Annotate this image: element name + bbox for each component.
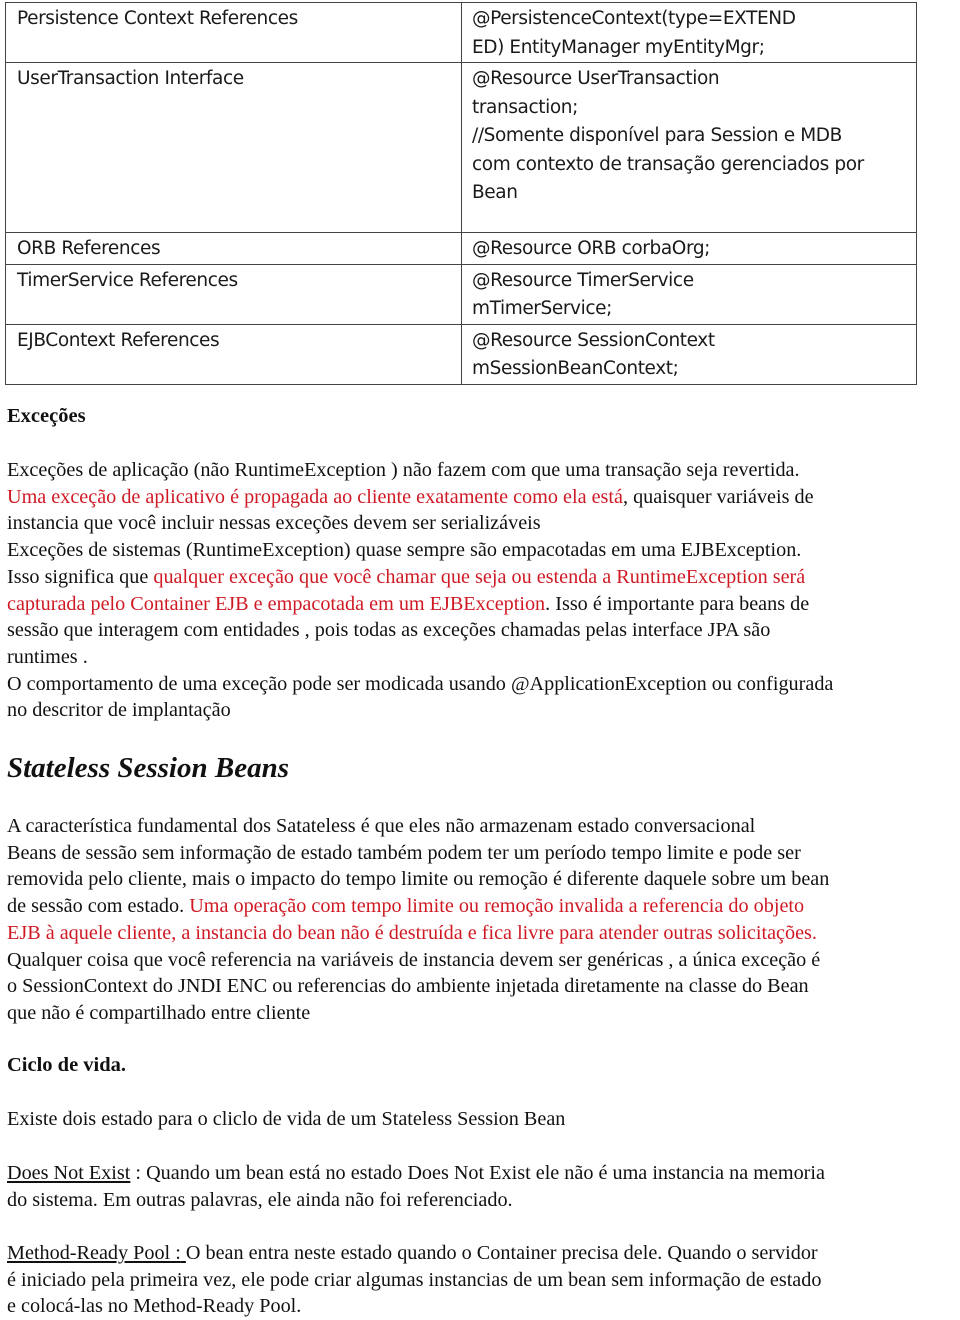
excecoes-paragraph: Exceções de aplicação (não RuntimeExcept… xyxy=(7,457,833,724)
text-line: removida pelo cliente, mais o impacto do… xyxy=(7,866,829,893)
text-line: é iniciado pela primeira vez, ele pode c… xyxy=(7,1267,821,1294)
text-line: Exceções de aplicação (não RuntimeExcept… xyxy=(7,457,833,484)
highlighted-text: Uma exceção de aplicativo é propagada ao… xyxy=(7,485,623,508)
table-row: UserTransaction Interface @Resource User… xyxy=(5,62,917,233)
table-label-cell: Persistence Context References xyxy=(5,2,462,63)
text-span: Existe dois estado para o cliclo de vida… xyxy=(7,1108,566,1130)
row-label: TimerService References xyxy=(17,269,238,291)
table-label-cell: EJBContext References xyxy=(5,323,462,385)
table-row: Persistence Context References @Persiste… xyxy=(5,2,917,63)
text-line: no descritor de implantação xyxy=(7,697,833,724)
table-label-cell: UserTransaction Interface xyxy=(5,62,462,233)
ciclo-intro: Existe dois estado para o cliclo de vida… xyxy=(7,1106,565,1133)
text-span: do sistema. Em outras palavras, ele aind… xyxy=(7,1188,513,1211)
row-label: Persistence Context References xyxy=(17,8,298,29)
text-span: , quaisquer variáveis de xyxy=(622,485,814,508)
table-row: TimerService References @Resource TimerS… xyxy=(5,263,917,325)
table-code-cell: @Resource TimerService mTimerService; xyxy=(461,263,917,325)
table-code-cell: @Resource SessionContext mSessionBeanCon… xyxy=(461,323,917,385)
text-line: instancia que você incluir nessas exceçõ… xyxy=(7,510,833,537)
method-ready-pool-paragraph: Method-Ready Pool : O bean entra neste e… xyxy=(7,1240,821,1320)
text-span: removida pelo cliente, mais o impacto do… xyxy=(7,868,830,891)
table-code-cell: @PersistenceContext(type=EXTEND ED) Enti… xyxy=(461,2,917,63)
code-line: ED) EntityManager myEntityMgr; xyxy=(472,36,765,58)
text-line: runtimes . xyxy=(7,644,833,671)
text-span: no descritor de implantação xyxy=(7,699,231,722)
code-line: Bean xyxy=(472,182,518,203)
text-span: Exceções de sistemas (RuntimeException) … xyxy=(7,539,802,562)
code-line: @Resource SessionContext xyxy=(472,329,715,351)
highlighted-text: EJB à aquele cliente, a instancia do bea… xyxy=(7,921,817,944)
text-span: A característica fundamental dos Satatel… xyxy=(7,815,756,837)
row-label: EJBContext References xyxy=(17,329,220,351)
text-line: Isso significa que qualquer exceção que … xyxy=(7,564,833,591)
text-line: capturada pelo Container EJB e empacotad… xyxy=(7,591,833,618)
text-line: Does Not Exist : Quando um bean está no … xyxy=(7,1160,825,1187)
text-span: sessão que interagem com entidades , poi… xyxy=(7,619,771,642)
text-line: Existe dois estado para o cliclo de vida… xyxy=(7,1106,565,1133)
highlighted-text: qualquer exceção que você chamar que sej… xyxy=(153,565,806,588)
code-line: @Resource UserTransaction xyxy=(472,68,720,89)
excecoes-heading: Exceções xyxy=(7,405,86,427)
code-line: //Somente disponível para Session e MDB xyxy=(472,125,842,146)
state-term: Method-Ready Pool : xyxy=(7,1242,181,1264)
text-span: . Isso é importante para beans de xyxy=(545,592,810,615)
row-label: UserTransaction Interface xyxy=(17,68,244,89)
text-span: Isso significa que xyxy=(7,565,154,588)
text-span: runtimes . xyxy=(7,645,88,668)
code-line: mSessionBeanContext; xyxy=(472,358,679,379)
text-line: e colocá-las no Method-Ready Pool. xyxy=(7,1293,821,1320)
code-line: @Resource ORB corbaOrg; xyxy=(472,238,711,259)
text-line: que não é compartilhado entre cliente xyxy=(7,1000,829,1027)
table-label-cell: ORB References xyxy=(5,232,462,265)
text-span: O bean entra neste estado quando o Conta… xyxy=(185,1242,818,1264)
code-line: transaction; xyxy=(472,96,578,118)
does-not-exist-paragraph: Does Not Exist : Quando um bean está no … xyxy=(7,1160,825,1213)
text-span: de sessão com estado. xyxy=(7,895,190,918)
table-row: ORB References @Resource ORB corbaOrg; xyxy=(5,232,917,265)
stateless-title: Stateless Session Beans xyxy=(7,752,289,784)
text-span: Exceções de aplicação (não RuntimeExcept… xyxy=(7,459,800,481)
highlighted-text: capturada pelo Container EJB e empacotad… xyxy=(7,592,546,615)
text-span: Qualquer coisa que você referencia na va… xyxy=(7,948,821,971)
text-line: Method-Ready Pool : O bean entra neste e… xyxy=(7,1240,821,1267)
text-line: Qualquer coisa que você referencia na va… xyxy=(7,947,829,974)
table-label-cell: TimerService References xyxy=(5,263,462,325)
text-span: o SessionContext do JNDI ENC ou referenc… xyxy=(7,975,809,998)
text-line: O comportamento de uma exceção pode ser … xyxy=(7,671,833,698)
text-line: EJB à aquele cliente, a instancia do bea… xyxy=(7,920,829,947)
ejb-references-table: Persistence Context References @Persiste… xyxy=(5,2,917,385)
text-line: A característica fundamental dos Satatel… xyxy=(7,813,829,840)
row-label: ORB References xyxy=(17,238,161,259)
text-line: sessão que interagem com entidades , poi… xyxy=(7,617,833,644)
text-line: Exceções de sistemas (RuntimeException) … xyxy=(7,537,833,564)
text-span: instancia que você incluir nessas exceçõ… xyxy=(7,512,541,535)
text-line: o SessionContext do JNDI ENC ou referenc… xyxy=(7,973,829,1000)
text-span: e colocá-las no Method-Ready Pool. xyxy=(7,1295,302,1318)
text-line: de sessão com estado. Uma operação com t… xyxy=(7,893,829,920)
text-span: O comportamento de uma exceção pode ser … xyxy=(7,672,834,695)
table-code-cell: @Resource ORB corbaOrg; xyxy=(461,232,917,265)
table-code-cell: @Resource UserTransaction transaction; /… xyxy=(461,62,917,233)
text-line: Uma exceção de aplicativo é propagada ao… xyxy=(7,484,833,511)
code-line: @Resource TimerService xyxy=(472,269,694,291)
text-span: é iniciado pela primeira vez, ele pode c… xyxy=(7,1268,822,1291)
text-line: do sistema. Em outras palavras, ele aind… xyxy=(7,1187,825,1214)
code-line: @PersistenceContext(type=EXTEND xyxy=(472,8,796,29)
state-term: Does Not Exist xyxy=(7,1162,131,1184)
text-span: Beans de sessão sem informação de estado… xyxy=(7,841,801,864)
text-span: que não é compartilhado entre cliente xyxy=(7,1001,311,1024)
code-line: com contexto de transação gerenciados po… xyxy=(472,153,864,175)
code-line: mTimerService; xyxy=(472,298,612,319)
highlighted-text: Uma operação com tempo limite ou remoção… xyxy=(189,895,805,918)
table-row: EJBContext References @Resource SessionC… xyxy=(5,323,917,385)
stateless-paragraph: A característica fundamental dos Satatel… xyxy=(7,813,829,1027)
text-span: : Quando um bean está no estado Does Not… xyxy=(130,1162,825,1184)
text-line: Beans de sessão sem informação de estado… xyxy=(7,840,829,867)
ciclo-heading: Ciclo de vida. xyxy=(7,1054,127,1076)
